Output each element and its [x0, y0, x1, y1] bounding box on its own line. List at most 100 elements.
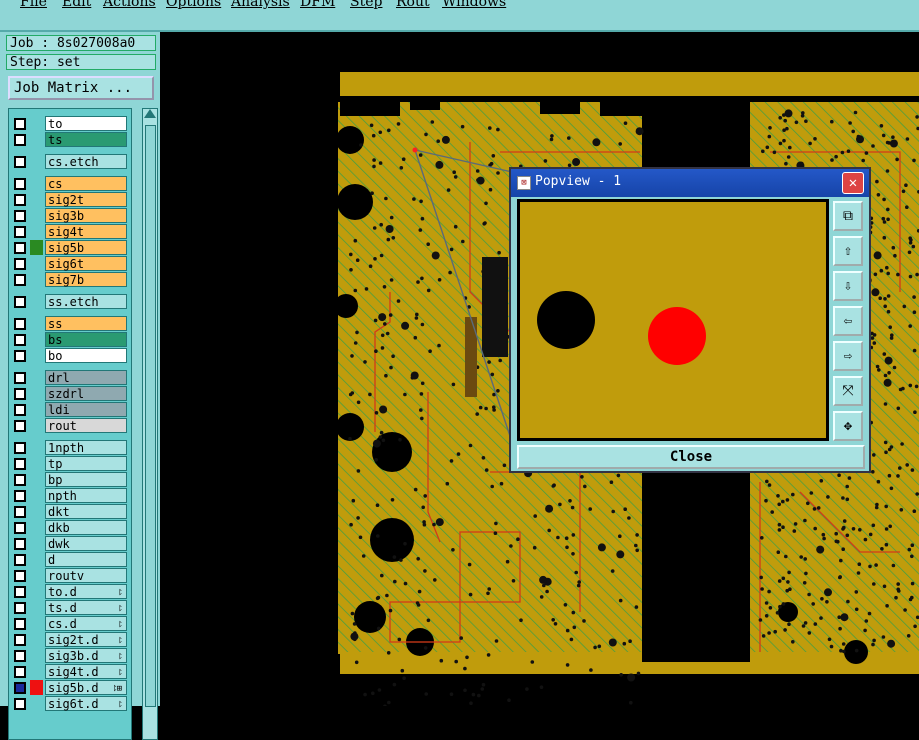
layer-affected-indicator[interactable] — [30, 552, 43, 567]
layer-name[interactable]: 1npth — [45, 440, 127, 455]
layer-affected-indicator[interactable] — [30, 680, 43, 695]
layer-affected-indicator[interactable] — [30, 440, 43, 455]
layer-name[interactable]: rout — [45, 418, 127, 433]
layer-row[interactable]: sig2t — [10, 192, 128, 207]
layer-checkbox[interactable] — [14, 442, 26, 454]
layer-affected-indicator[interactable] — [30, 256, 43, 271]
layer-affected-indicator[interactable] — [30, 348, 43, 363]
layer-affected-indicator[interactable] — [30, 600, 43, 615]
layer-name[interactable]: sig5b — [45, 240, 127, 255]
layer-affected-indicator[interactable] — [30, 370, 43, 385]
layer-name[interactable]: sig3b — [45, 208, 127, 223]
layer-row[interactable]: bs — [10, 332, 128, 347]
layer-name[interactable]: sig2t.d ⥏ — [45, 632, 127, 647]
menu-edit[interactable]: Edit — [62, 0, 91, 10]
layer-checkbox[interactable] — [14, 404, 26, 416]
close-button[interactable]: Close — [517, 445, 865, 469]
layer-checkbox[interactable] — [14, 666, 26, 678]
layer-row[interactable]: rout — [10, 418, 128, 433]
pan-right-icon[interactable]: ⇨ — [833, 341, 863, 371]
layer-name[interactable]: dkt — [45, 504, 127, 519]
layer-affected-indicator[interactable] — [30, 632, 43, 647]
layer-row[interactable]: dkb — [10, 520, 128, 535]
layer-name[interactable]: sig4t — [45, 224, 127, 239]
layer-name[interactable]: ss.etch — [45, 294, 127, 309]
layer-row[interactable]: to — [10, 116, 128, 131]
layer-affected-indicator[interactable] — [30, 568, 43, 583]
layer-affected-indicator[interactable] — [30, 386, 43, 401]
layer-affected-indicator[interactable] — [30, 418, 43, 433]
menu-windows[interactable]: Windows — [442, 0, 506, 10]
layer-affected-indicator[interactable] — [30, 402, 43, 417]
layer-affected-indicator[interactable] — [30, 616, 43, 631]
layer-name[interactable]: ss — [45, 316, 127, 331]
layer-checkbox[interactable] — [14, 634, 26, 646]
layer-checkbox[interactable] — [14, 156, 26, 168]
layer-row[interactable]: szdrl — [10, 386, 128, 401]
menu-step[interactable]: Step — [350, 0, 382, 10]
layer-row[interactable]: routv — [10, 568, 128, 583]
layer-name[interactable]: npth — [45, 488, 127, 503]
layer-name[interactable]: sig7b — [45, 272, 127, 287]
layer-affected-indicator[interactable] — [30, 664, 43, 679]
layer-name[interactable]: dkb — [45, 520, 127, 535]
layer-scrollbar[interactable] — [142, 108, 158, 740]
layer-name[interactable]: ts.d ⥏ — [45, 600, 127, 615]
pan-left-icon[interactable]: ⇦ — [833, 306, 863, 336]
layer-row[interactable]: to.d ⥏ — [10, 584, 128, 599]
layer-affected-indicator[interactable] — [30, 332, 43, 347]
zoom-out-icon[interactable]: ⤧ — [833, 376, 863, 406]
layer-affected-indicator[interactable] — [30, 116, 43, 131]
popview-canvas[interactable] — [517, 199, 829, 441]
layer-checkbox[interactable] — [14, 554, 26, 566]
layer-name[interactable]: to — [45, 116, 127, 131]
layer-name[interactable]: d — [45, 552, 127, 567]
layer-row[interactable]: ts — [10, 132, 128, 147]
layer-checkbox[interactable] — [14, 226, 26, 238]
layer-name[interactable]: tp — [45, 456, 127, 471]
layer-name[interactable]: to.d ⥏ — [45, 584, 127, 599]
layer-row[interactable]: sig5b.d ⥏⊞ — [10, 680, 128, 695]
layer-row[interactable]: ss — [10, 316, 128, 331]
layer-checkbox[interactable] — [14, 602, 26, 614]
menu-rout[interactable]: Rout — [396, 0, 430, 10]
layer-name[interactable]: bp — [45, 472, 127, 487]
layer-name[interactable]: sig3b.d ⥏ — [45, 648, 127, 663]
pan-up-icon[interactable]: ⇧ — [833, 236, 863, 266]
menu-dfm[interactable]: DFM — [300, 0, 335, 10]
layer-checkbox[interactable] — [14, 194, 26, 206]
layer-affected-indicator[interactable] — [30, 208, 43, 223]
layer-checkbox[interactable] — [14, 274, 26, 286]
layer-affected-indicator[interactable] — [30, 240, 43, 255]
layer-checkbox[interactable] — [14, 650, 26, 662]
layer-row[interactable]: ts.d ⥏ — [10, 600, 128, 615]
layer-row[interactable]: sig2t.d ⥏ — [10, 632, 128, 647]
pan-down-icon[interactable]: ⇩ — [833, 271, 863, 301]
layer-affected-indicator[interactable] — [30, 504, 43, 519]
layer-checkbox[interactable] — [14, 242, 26, 254]
layer-row[interactable]: bo — [10, 348, 128, 363]
layer-checkbox[interactable] — [14, 178, 26, 190]
layer-row[interactable]: sig3b — [10, 208, 128, 223]
layer-checkbox[interactable] — [14, 258, 26, 270]
layer-checkbox[interactable] — [14, 538, 26, 550]
layer-name[interactable]: bo — [45, 348, 127, 363]
layer-checkbox[interactable] — [14, 618, 26, 630]
layer-row[interactable]: sig3b.d ⥏ — [10, 648, 128, 663]
layer-name[interactable]: ldi — [45, 402, 127, 417]
layer-checkbox[interactable] — [14, 372, 26, 384]
layer-checkbox[interactable] — [14, 474, 26, 486]
layer-row[interactable]: d — [10, 552, 128, 567]
zoom-in-icon[interactable]: ✥ — [833, 411, 863, 441]
layer-row[interactable]: bp — [10, 472, 128, 487]
scroll-thumb[interactable] — [145, 125, 156, 707]
menu-file[interactable]: File — [20, 0, 47, 10]
layer-row[interactable]: ldi — [10, 402, 128, 417]
layer-affected-indicator[interactable] — [30, 456, 43, 471]
layer-name[interactable]: bs — [45, 332, 127, 347]
layer-affected-indicator[interactable] — [30, 584, 43, 599]
popview-titlebar[interactable]: ⊠ Popview - 1 ✕ — [511, 169, 869, 197]
layer-row[interactable]: sig6t — [10, 256, 128, 271]
layer-name[interactable]: sig6t.d ⥏ — [45, 696, 127, 711]
layer-name[interactable]: sig6t — [45, 256, 127, 271]
